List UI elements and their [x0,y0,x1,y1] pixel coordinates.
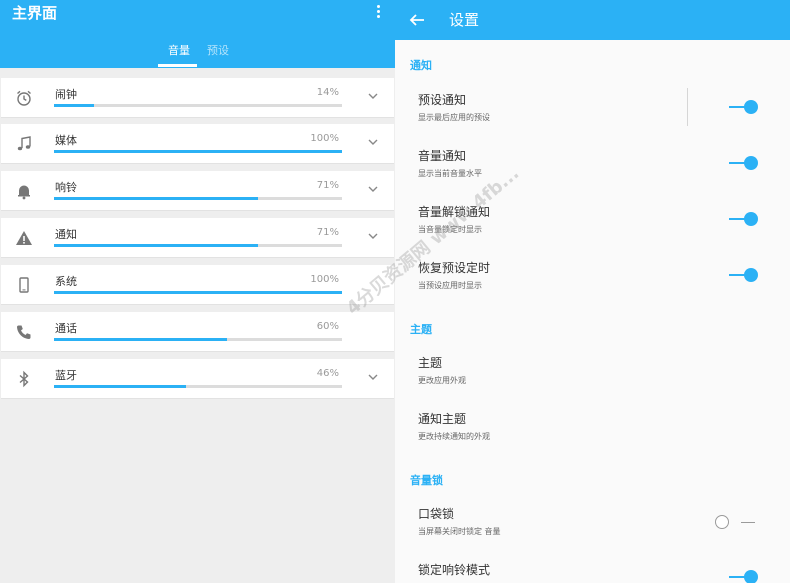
active-tab-indicator [158,64,197,67]
volume-slider-fill [54,291,342,294]
setting-theme-title[interactable]: 主题 [418,354,442,371]
app-screen: 主界面 音量 预设 闹钟 14% 媒体 100% 响铃 71% 通知 71% 系… [0,0,790,583]
setting-restore-preset-title[interactable]: 恢复预设定时 [418,259,490,276]
chevron-down-icon[interactable] [368,137,378,147]
settings-app-bar: 设置 [395,0,790,40]
volume-slider[interactable] [54,338,342,341]
volume-row-alarm: 闹钟 14% [1,78,394,118]
volume-row-notification: 通知 71% [1,218,394,258]
more-options-icon[interactable] [370,4,386,20]
divider [687,88,688,126]
settings-title: 设置 [449,11,480,29]
restore-preset-toggle[interactable] [729,268,759,282]
preset-notification-toggle[interactable] [729,100,759,114]
main-screen: 主界面 音量 预设 闹钟 14% 媒体 100% 响铃 71% 通知 71% 系… [0,0,395,583]
volume-slider[interactable] [54,104,342,107]
music-note-icon [17,136,31,151]
phone-call-icon [17,325,31,339]
main-title: 主界面 [12,4,58,22]
volume-slider-fill [54,385,187,388]
volume-label: 通话 [55,322,77,335]
volume-label: 媒体 [55,134,77,147]
volume-slider[interactable] [54,385,342,388]
alarm-clock-icon [17,90,31,106]
volume-slider[interactable] [54,150,342,153]
volume-percent: 100% [310,274,339,285]
setting-volume-notification-title[interactable]: 音量通知 [418,147,466,164]
volume-label: 闹钟 [55,88,77,101]
setting-notification-theme-desc: 更改持续通知的外观 [418,432,490,441]
setting-unlock-notification-desc: 当音量锁定时显示 [418,225,482,234]
lock-ringer-toggle[interactable] [729,570,759,583]
volume-notification-toggle[interactable] [729,156,759,170]
volume-slider[interactable] [54,197,342,200]
chevron-down-icon[interactable] [368,231,378,241]
bell-icon [18,185,30,200]
volume-percent: 60% [316,321,339,332]
setting-restore-preset-desc: 当预设应用时显示 [418,281,482,290]
pocket-lock-toggle[interactable] [715,515,759,529]
volume-percent: 71% [316,227,339,238]
unlock-notification-toggle[interactable] [729,212,759,226]
setting-volume-notification-desc: 显示当前音量水平 [418,169,482,178]
volume-row-media: 媒体 100% [1,124,394,164]
setting-notification-theme-title[interactable]: 通知主题 [418,410,466,427]
setting-unlock-notification-title[interactable]: 音量解锁通知 [418,203,490,220]
section-header-notification: 通知 [410,59,432,72]
section-header-theme: 主题 [410,323,432,336]
bluetooth-icon [19,370,29,388]
volume-percent: 100% [310,133,339,144]
phone-device-icon [19,277,29,293]
warning-icon [16,231,32,245]
volume-percent: 71% [316,180,339,191]
volume-row-ringer: 响铃 71% [1,171,394,211]
setting-preset-notification-title[interactable]: 预设通知 [418,91,466,108]
volume-slider-fill [54,338,227,341]
chevron-down-icon[interactable] [368,184,378,194]
volume-row-system: 系统 100% [1,265,394,305]
volume-slider-fill [54,104,95,107]
volume-slider[interactable] [54,244,342,247]
chevron-down-icon[interactable] [368,372,378,382]
setting-pocket-lock-desc: 当屏幕关闭时锁定 音量 [418,527,501,536]
section-header-volume-lock: 音量锁 [410,474,443,487]
volume-label: 通知 [55,228,77,241]
tab-preset[interactable]: 预设 [207,42,229,58]
setting-lock-ringer-title[interactable]: 锁定响铃模式 [418,561,490,578]
volume-percent: 46% [316,368,339,379]
volume-label: 系统 [55,275,77,288]
setting-theme-desc: 更改应用外观 [418,376,466,385]
setting-pocket-lock-title[interactable]: 口袋锁 [418,505,454,522]
volume-row-bluetooth: 蓝牙 46% [1,359,394,399]
volume-slider[interactable] [54,291,342,294]
volume-slider-fill [54,150,342,153]
main-app-bar: 主界面 音量 预设 [0,0,395,68]
volume-slider-fill [54,197,259,200]
volume-percent: 14% [316,87,339,98]
settings-screen: 设置 通知 预设通知 显示最后应用的预设 音量通知 显示当前音量水平 音量解锁通… [395,0,790,583]
setting-preset-notification-desc: 显示最后应用的预设 [418,113,490,122]
volume-row-call: 通话 60% [1,312,394,352]
tab-volume[interactable]: 音量 [168,42,190,58]
volume-slider-fill [54,244,259,247]
volume-label: 响铃 [55,181,77,194]
back-arrow-icon[interactable] [408,11,426,29]
volume-label: 蓝牙 [55,369,77,382]
chevron-down-icon[interactable] [368,91,378,101]
